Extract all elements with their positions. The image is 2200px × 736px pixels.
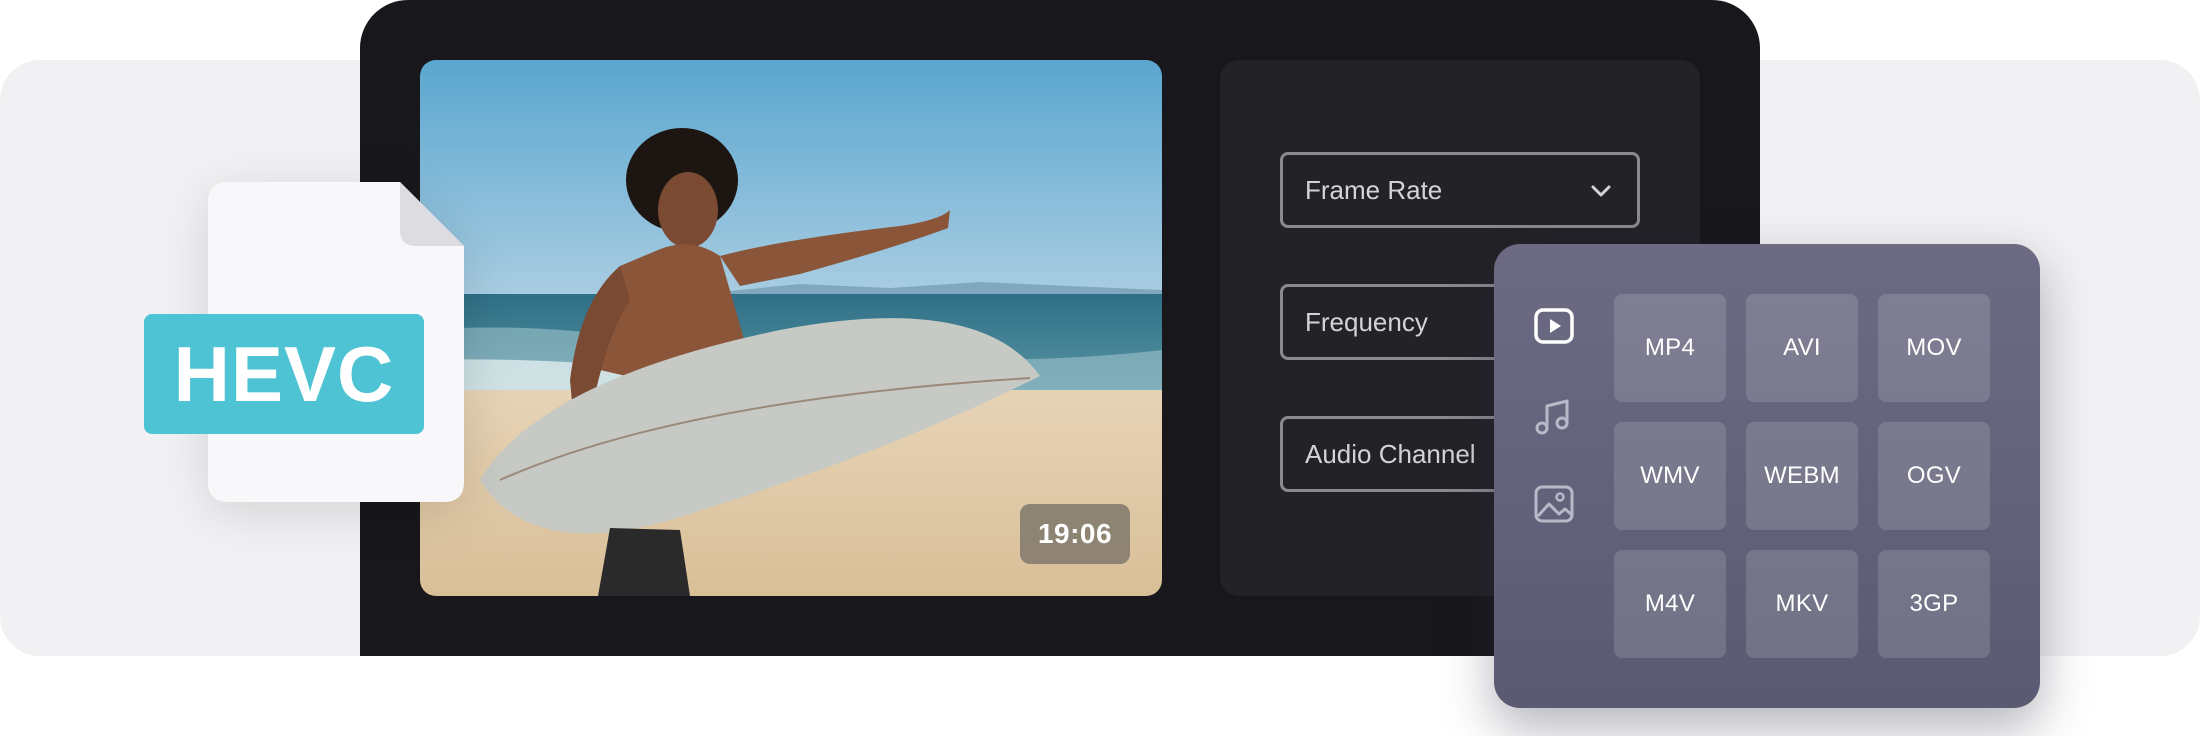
frame-rate-label: Frame Rate <box>1305 174 1443 205</box>
video-timestamp: 19:06 <box>1020 504 1130 564</box>
frequency-label: Frequency <box>1305 306 1428 337</box>
format-mp4-button[interactable]: MP4 <box>1614 294 1726 402</box>
chevron-down-icon <box>1591 185 1611 197</box>
format-webm-button[interactable]: WEBM <box>1746 422 1858 530</box>
video-play-icon[interactable] <box>1532 304 1576 348</box>
format-ogv-button[interactable]: OGV <box>1878 422 1990 530</box>
format-mov-button[interactable]: MOV <box>1878 294 1990 402</box>
audio-channel-label: Audio Channel <box>1305 438 1476 469</box>
format-m4v-button[interactable]: M4V <box>1614 550 1726 658</box>
format-wmv-button[interactable]: WMV <box>1614 422 1726 530</box>
frame-rate-dropdown[interactable]: Frame Rate <box>1280 152 1640 228</box>
music-note-icon[interactable] <box>1532 394 1576 438</box>
file-format-badge: HEVC <box>144 314 424 434</box>
format-3gp-button[interactable]: 3GP <box>1878 550 1990 658</box>
format-avi-button[interactable]: AVI <box>1746 294 1858 402</box>
image-icon[interactable] <box>1532 482 1576 526</box>
video-preview[interactable]: 19:06 <box>420 60 1162 596</box>
format-picker: MP4 AVI MOV WMV WEBM OGV M4V MKV 3GP <box>1494 244 2040 708</box>
format-mkv-button[interactable]: MKV <box>1746 550 1858 658</box>
